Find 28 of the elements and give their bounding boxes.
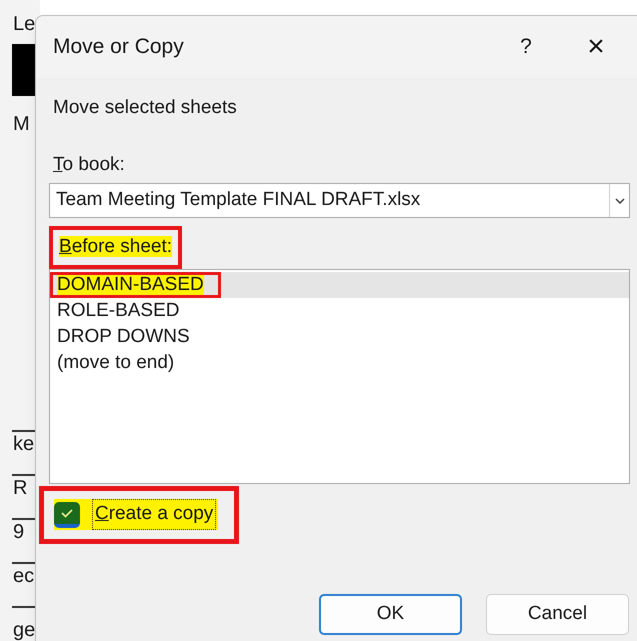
spreadsheet-cell-text: R — [13, 476, 28, 500]
sheet-name: ROLE-BASED — [57, 300, 180, 320]
chevron-down-icon — [614, 198, 624, 204]
sheet-list-item[interactable]: ROLE-BASED — [50, 298, 629, 324]
dialog-title: Move or Copy — [53, 34, 184, 60]
dialog-button[interactable]: Cancel — [486, 594, 629, 634]
sheet-list-item[interactable]: (move to end) — [50, 350, 629, 376]
spreadsheet-cell-text: 9 — [13, 520, 24, 544]
checkmark-icon — [60, 508, 74, 518]
spreadsheet-cell-text: ec — [13, 564, 34, 588]
sheet-list-item[interactable]: DROP DOWNS — [50, 324, 629, 350]
to-book-dropdown[interactable]: Team Meeting Template FINAL DRAFT.xlsx — [49, 183, 630, 218]
create-copy-label[interactable]: Create a copy — [92, 499, 216, 530]
spreadsheet-cell-text: Le — [13, 12, 36, 36]
close-button[interactable]: × — [576, 32, 616, 62]
spreadsheet-cell-text: ge — [13, 618, 36, 641]
help-button[interactable]: ? — [506, 31, 546, 63]
sheet-name: (move to end) — [57, 352, 174, 372]
spreadsheet-cell-text: ke — [13, 432, 34, 456]
to-book-label: To book: — [53, 152, 126, 176]
spreadsheet-cell-text: M — [13, 112, 30, 136]
subtitle-text: Move selected sheets — [53, 96, 238, 120]
create-copy-checkbox[interactable] — [54, 502, 80, 528]
sheet-list-item[interactable]: DOMAIN-BASED — [50, 272, 629, 298]
sheet-name: DROP DOWNS — [57, 326, 190, 346]
before-sheet-label: Before sheet: — [59, 236, 172, 257]
sheet-name: DOMAIN-BASED — [57, 274, 204, 294]
dialog-button[interactable]: OK — [319, 594, 462, 634]
